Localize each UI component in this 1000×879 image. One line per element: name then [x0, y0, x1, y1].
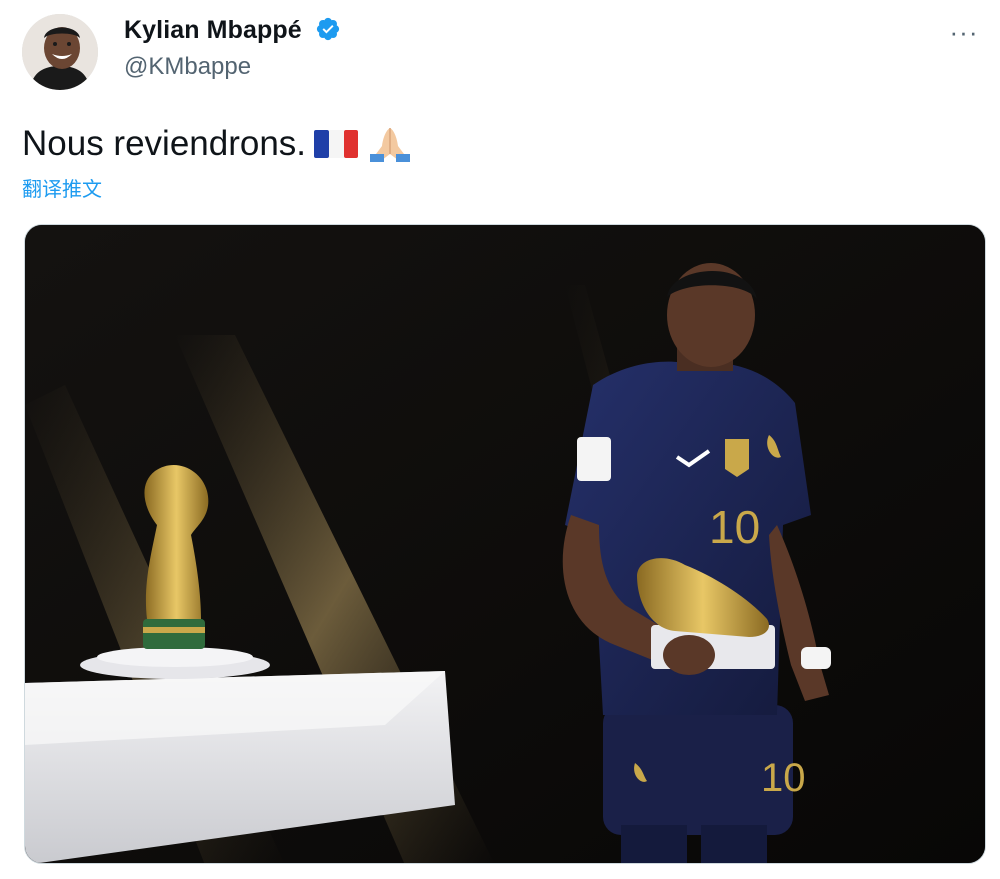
author-name[interactable]: Kylian Mbappé [124, 16, 341, 45]
tweet-text-content: Nous reviendrons. [22, 124, 307, 163]
flag-france-icon [314, 130, 359, 158]
more-options-icon[interactable]: ··· [944, 12, 984, 52]
photo-scene: 10 10 [25, 225, 985, 863]
avatar[interactable] [22, 14, 98, 90]
tweet-text: Nous reviendrons. [22, 124, 414, 164]
wristband [801, 647, 831, 669]
folded-hands-icon [370, 128, 411, 162]
author-name-text: Kylian Mbappé [124, 16, 302, 44]
jersey-number: 10 [709, 501, 760, 553]
avatar-photo [22, 14, 98, 90]
sleeve-badge [577, 437, 611, 481]
crest [725, 439, 749, 477]
tweet-photo[interactable]: 10 10 [24, 224, 986, 864]
shorts-number: 10 [761, 756, 806, 800]
verified-badge-icon [316, 17, 339, 41]
translate-tweet-link[interactable]: 翻译推文 [22, 173, 102, 202]
tweet-card: Kylian Mbappé @KMbappe ··· Nous reviendr… [0, 0, 1000, 879]
author-handle[interactable]: @KMbappe [124, 53, 251, 81]
